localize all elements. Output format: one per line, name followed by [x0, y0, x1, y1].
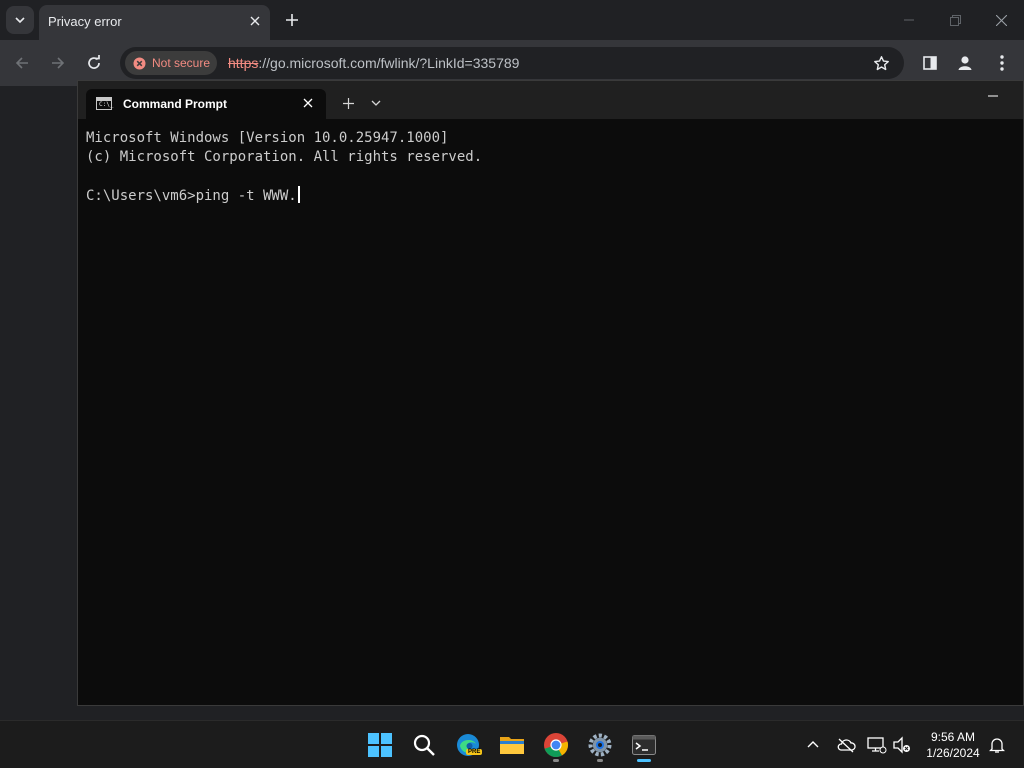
window-restore-button[interactable]	[932, 0, 978, 40]
profile-icon	[958, 56, 972, 70]
address-bar[interactable]: Not secure https://go.microsoft.com/fwli…	[120, 47, 904, 79]
side-panel-button[interactable]	[916, 49, 944, 77]
console-line: (c) Microsoft Corporation. All rights re…	[86, 149, 483, 165]
clock-date: 1/26/2024	[926, 746, 980, 760]
chrome-menu-button[interactable]	[988, 49, 1016, 77]
running-indicator	[637, 759, 651, 762]
url-rest: ://go.microsoft.com/fwlink/?LinkId=33578…	[258, 55, 520, 71]
reload-icon	[88, 55, 100, 69]
reload-button[interactable]	[80, 49, 108, 77]
plus-icon	[342, 97, 354, 109]
bell-icon	[989, 738, 1005, 753]
terminal-window: C:\_ Command Prompt Microsoft Windows [V…	[77, 80, 1024, 706]
search-button[interactable]	[406, 727, 442, 763]
chevron-up-icon	[807, 741, 819, 748]
running-indicator	[553, 759, 559, 762]
chrome-icon	[544, 733, 569, 757]
terminal-new-tab-button[interactable]	[338, 93, 358, 113]
start-button[interactable]	[362, 727, 398, 763]
taskbar-app-edge[interactable]: PRE	[450, 727, 486, 763]
chevron-down-icon	[371, 100, 381, 106]
running-indicator	[597, 759, 603, 762]
tab-search-button[interactable]	[6, 6, 34, 34]
terminal-minimize-button[interactable]	[979, 85, 1007, 107]
terminal-tab-command-prompt[interactable]: C:\_ Command Prompt	[86, 89, 326, 119]
security-chip[interactable]: Not secure	[125, 51, 217, 75]
url-text[interactable]: https://go.microsoft.com/fwlink/?LinkId=…	[228, 55, 519, 71]
taskbar-app-terminal[interactable]	[626, 727, 662, 763]
notifications-button[interactable]	[985, 733, 1009, 757]
chevron-down-icon	[15, 17, 25, 24]
windows-logo-icon	[368, 733, 392, 757]
console-output[interactable]: Microsoft Windows [Version 10.0.25947.10…	[86, 129, 1006, 689]
security-label: Not secure	[152, 56, 211, 70]
plus-icon	[286, 14, 298, 26]
edge-pre-badge: PRE	[466, 749, 483, 755]
new-tab-button[interactable]	[280, 8, 304, 32]
taskbar-app-file-explorer[interactable]	[494, 727, 530, 763]
onedrive-tray-button[interactable]	[834, 733, 858, 757]
back-button[interactable]	[8, 49, 36, 77]
search-icon	[413, 734, 435, 756]
minimize-icon	[904, 19, 914, 21]
tab-title: Privacy error	[48, 14, 122, 29]
console-prompt-line[interactable]: C:\Users\vm6>ping -t WWW.	[86, 186, 1006, 206]
arrow-right-icon	[52, 57, 65, 69]
terminal-icon	[632, 735, 656, 755]
tab-close-button[interactable]	[246, 12, 264, 30]
profile-button[interactable]	[951, 49, 979, 77]
restore-icon	[949, 14, 961, 26]
minimize-icon	[988, 95, 998, 97]
warning-icon	[133, 57, 146, 69]
close-icon	[250, 16, 260, 26]
terminal-tab-close-button[interactable]	[300, 95, 316, 111]
more-vert-icon	[1000, 55, 1004, 71]
url-scheme: https	[228, 55, 259, 71]
side-panel-icon	[923, 56, 937, 70]
terminal-titlebar: C:\_ Command Prompt	[78, 81, 1023, 119]
taskbar-app-settings[interactable]	[582, 727, 618, 763]
terminal-dropdown-button[interactable]	[366, 93, 386, 113]
window-close-button[interactable]	[978, 0, 1024, 40]
console-line: Microsoft Windows [Version 10.0.25947.10…	[86, 130, 449, 146]
console-line: ​	[86, 167, 1006, 186]
arrow-left-icon	[15, 57, 28, 69]
taskbar-clock[interactable]: 9:56 AM 1/26/2024	[918, 729, 988, 761]
bookmark-button[interactable]	[870, 52, 892, 74]
text-cursor	[297, 186, 300, 203]
browser-tab-active[interactable]: Privacy error	[39, 5, 270, 40]
gear-icon	[588, 733, 612, 757]
cloud-offline-icon	[837, 738, 856, 753]
window-minimize-button[interactable]	[886, 0, 932, 40]
terminal-tab-title: Command Prompt	[123, 97, 228, 111]
taskbar-app-chrome[interactable]	[538, 727, 574, 763]
network-icon	[867, 737, 887, 754]
volume-muted-icon	[893, 736, 910, 754]
volume-tray-button[interactable]	[890, 733, 914, 757]
close-icon	[303, 98, 313, 108]
show-hidden-icons-button[interactable]	[801, 733, 825, 757]
tab-strip: Privacy error	[0, 0, 1024, 40]
taskbar: PRE 9:56 AM 1/26/2024	[0, 720, 1024, 768]
folder-icon	[500, 737, 524, 754]
network-tray-button[interactable]	[865, 733, 889, 757]
close-icon	[995, 14, 1007, 26]
star-icon	[873, 55, 889, 70]
forward-button[interactable]	[44, 49, 72, 77]
command-prompt-icon: C:\_	[96, 97, 113, 110]
clock-time: 9:56 AM	[930, 730, 976, 744]
